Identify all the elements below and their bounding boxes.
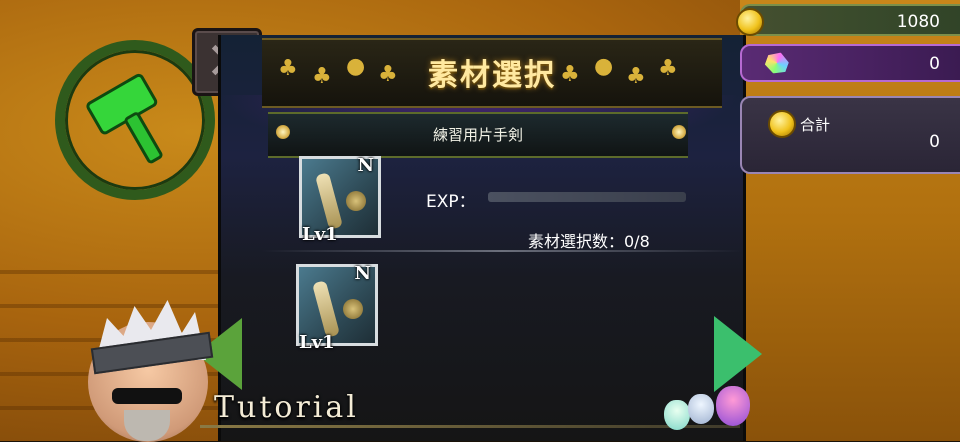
item-card-selected[interactable]: N Lv1 (299, 155, 381, 245)
item-card[interactable]: N Lv1 (296, 263, 378, 353)
hammer-icon (86, 73, 163, 164)
total-cost-box: 0 (740, 96, 960, 174)
mascot-icon (664, 400, 690, 430)
material-select-count: 素材選択数：0/8 (528, 232, 650, 251)
character-glasses (112, 388, 182, 404)
sword-icon (311, 280, 341, 338)
next-page-arrow[interactable] (714, 316, 762, 392)
gold-currency-bar: 1080 (736, 4, 960, 36)
tutorial-label: Tutorial (214, 390, 359, 425)
total-amount: 0 (929, 132, 940, 152)
level-label: Lv1 (302, 224, 338, 245)
row-divider (262, 250, 742, 252)
gem-amount: 0 (929, 54, 940, 74)
level-label: Lv1 (299, 332, 335, 353)
page-title: 素材選択 (428, 58, 556, 93)
gold-amount: 1080 (896, 12, 940, 32)
rarity-badge: N (357, 155, 374, 176)
coin-icon (768, 110, 796, 138)
gem-currency-bar: 0 (740, 44, 960, 82)
rarity-badge: N (354, 263, 371, 284)
mascot-icon (716, 386, 750, 426)
gem-icon (763, 49, 791, 77)
mascot-icon (688, 394, 714, 424)
shield-icon (346, 191, 366, 211)
coin-icon (736, 8, 764, 36)
shield-icon (343, 299, 363, 319)
exp-bar (488, 192, 686, 202)
exp-label: EXP： (426, 192, 476, 212)
sword-icon (314, 172, 344, 230)
tutorial-underline (200, 425, 740, 428)
total-label: 合計 (800, 116, 831, 134)
selected-item-name: 練習用片手剣 (432, 126, 523, 144)
